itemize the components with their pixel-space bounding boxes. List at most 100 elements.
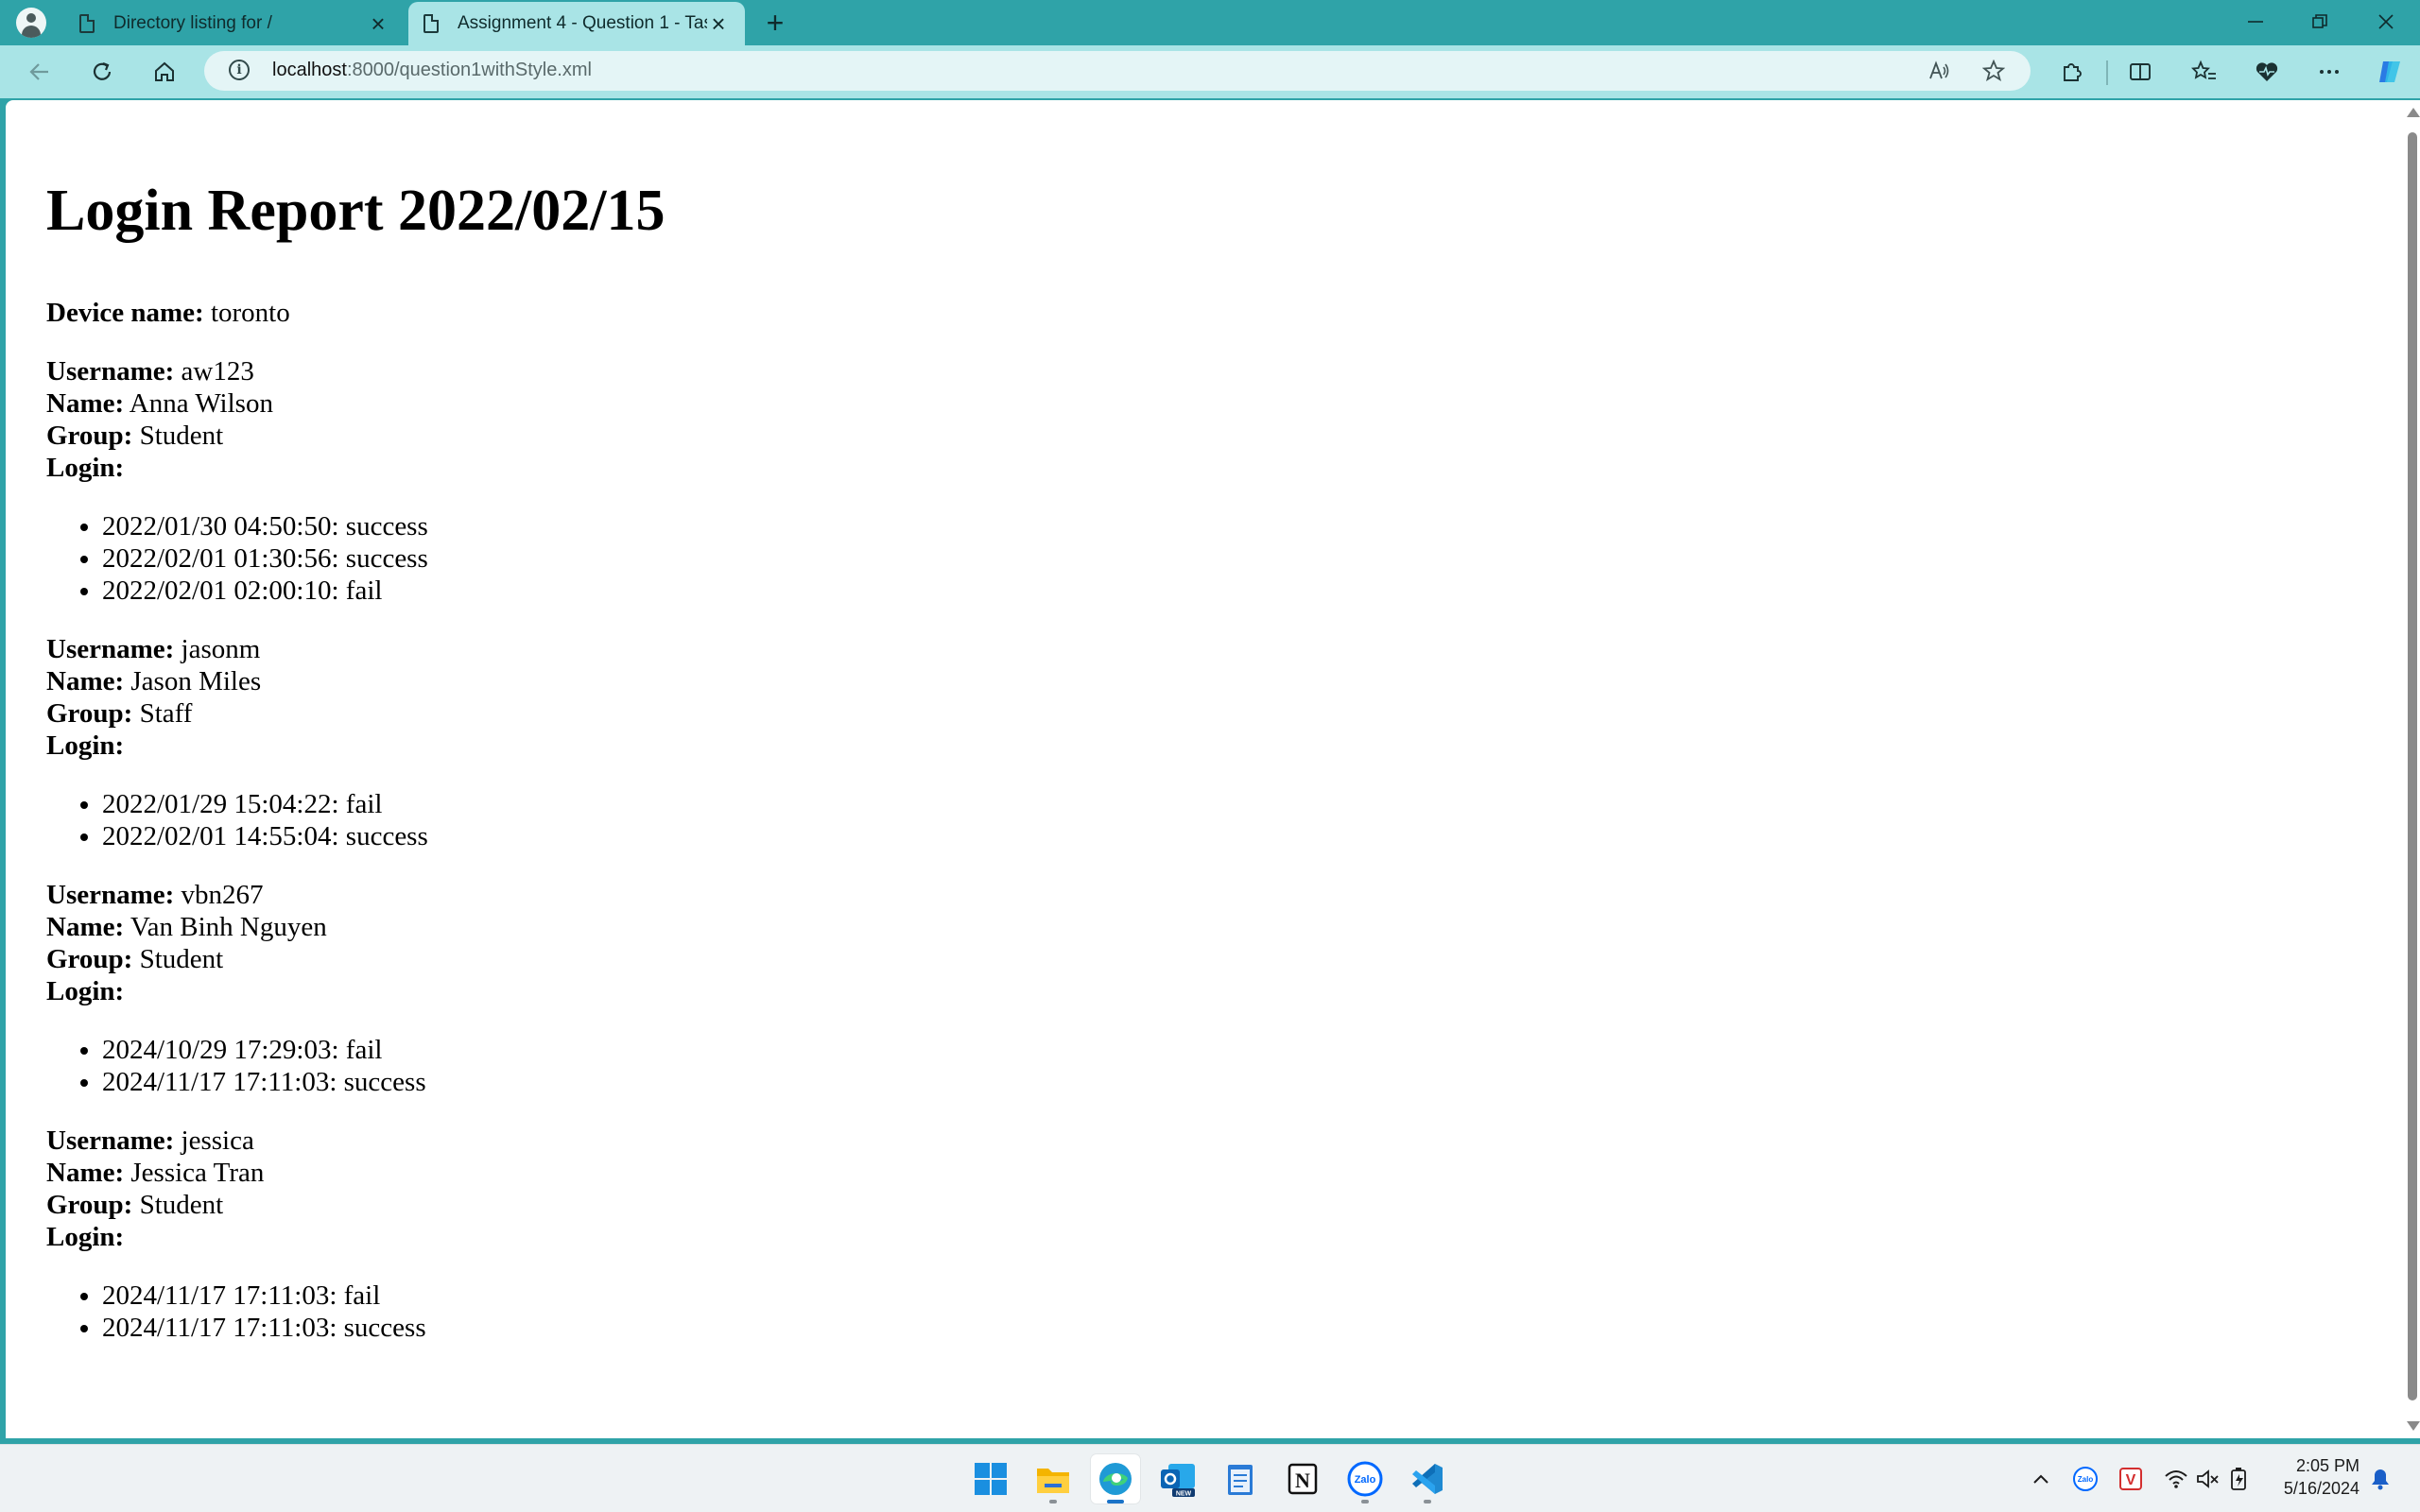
wifi-icon[interactable] [2161,1464,2191,1494]
login-entry: 2022/01/30 04:50:50: success [102,510,665,542]
favorites-button[interactable] [2186,55,2223,89]
windows-start-icon [975,1463,1007,1495]
close-window-button[interactable] [2354,0,2418,43]
zalo-app[interactable]: Zalo [1340,1454,1390,1503]
edge-browser-icon [1099,1463,1132,1495]
username-line: Username: jasonm [46,634,261,664]
volume-muted-icon[interactable] [2193,1464,2223,1494]
battery-icon[interactable] [2225,1464,2256,1494]
login-entry: 2022/02/01 14:55:04: success [102,820,665,852]
login-label: Login: [46,730,125,761]
svg-text:Zalo: Zalo [2078,1475,2094,1484]
close-icon[interactable]: × [367,9,389,39]
name-line: Name: Jason Miles [46,666,262,696]
group-value: Student [139,421,224,451]
back-button[interactable] [21,55,59,89]
svg-text:Zalo: Zalo [1355,1474,1376,1486]
group-line: Group: Student [46,421,224,451]
clock-time: 2:05 PM [2295,1456,2360,1475]
device-name-line: Device name: toronto [46,297,665,329]
running-indicator [1107,1500,1124,1503]
notification-bell-icon[interactable] [2365,1464,2395,1494]
login-entry: 2024/10/29 17:29:03: fail [102,1034,665,1066]
user-record: Username: jasonm Name: Jason Miles Group… [46,633,665,852]
scrollbar-thumb[interactable] [2408,132,2417,1400]
heart-pulse-icon [2256,62,2278,81]
show-hidden-icons-button[interactable] [2027,1464,2055,1494]
extensions-button[interactable] [2053,55,2091,89]
username-line: Username: jessica [46,1125,254,1156]
folder-icon [1037,1469,1069,1493]
more-menu-button[interactable] [2310,55,2348,89]
notion-icon: N [1288,1463,1318,1495]
username-line: Username: aw123 [46,356,254,387]
name-line: Name: Van Binh Nguyen [46,912,327,942]
chevron-up-icon [2033,1474,2048,1484]
zalo-icon: Zalo [1347,1461,1383,1497]
browser-essentials-button[interactable] [2248,55,2286,89]
group-value: Staff [139,698,193,729]
login-list: 2024/10/29 17:29:03: fail 2024/11/17 17:… [102,1034,665,1098]
outlook-app[interactable]: NEW [1153,1454,1202,1503]
restore-icon [2312,14,2327,28]
username-line: Username: vbn267 [46,880,264,910]
split-screen-button[interactable] [2121,55,2159,89]
page-title: Login Report 2022/02/15 [46,179,666,243]
vscode-icon [1412,1464,1443,1494]
notepad-app[interactable] [1216,1454,1265,1503]
favorites-list-icon [2191,60,2216,79]
home-button[interactable] [146,55,183,89]
group-line: Group: Staff [46,698,193,729]
system-clock[interactable]: 2:05 PM 5/16/2024 [2273,1454,2360,1500]
running-indicator [1049,1500,1057,1503]
name-value: Jason Miles [130,666,262,696]
refresh-icon [93,61,112,80]
notion-app[interactable]: N [1278,1454,1327,1503]
vscode-app[interactable] [1403,1454,1452,1503]
login-list: 2022/01/29 15:04:22: fail 2022/02/01 14:… [102,788,665,852]
scroll-up-arrow-icon[interactable] [2407,108,2420,117]
close-icon [2378,14,2394,29]
device-label: Device name: [46,298,204,328]
running-indicator [1361,1500,1369,1503]
favorite-star-icon[interactable] [1978,55,2010,87]
login-label: Login: [46,976,125,1006]
edge-app[interactable] [1091,1454,1140,1503]
user-record: Username: aw123 Name: Anna Wilson Group:… [46,355,665,607]
scroll-down-arrow-icon[interactable] [2407,1421,2420,1431]
username-value: aw123 [181,356,254,387]
name-value: Jessica Tran [130,1158,265,1188]
group-line: Group: Student [46,1190,224,1220]
tab-assignment[interactable]: Assignment 4 - Question 1 - Task × [408,2,745,45]
split-screen-icon [2130,63,2151,80]
group-value: Student [139,944,224,974]
user-record: Username: jessica Name: Jessica Tran Gro… [46,1125,665,1344]
url-text[interactable]: localhost:8000/question1withStyle.xml [272,60,592,81]
login-entry: 2024/11/17 17:11:03: success [102,1312,665,1344]
file-explorer-app[interactable] [1028,1454,1078,1503]
page-icon [79,14,95,33]
read-aloud-icon[interactable] [1923,55,1955,87]
new-tab-button[interactable]: + [756,4,794,42]
page-icon [424,14,439,33]
vertical-scrollbar[interactable] [2405,100,2420,1438]
copilot-button[interactable] [2371,55,2409,89]
zalo-tray-icon[interactable]: Zalo [2070,1464,2100,1494]
minimize-button[interactable] [2223,0,2288,43]
page-viewport: Login Report 2022/02/15 Device name: tor… [6,100,2405,1438]
close-icon[interactable]: × [707,9,730,39]
restore-button[interactable] [2288,0,2352,43]
notepad-icon [1228,1465,1253,1495]
vivaldi-tray-icon[interactable]: V [2116,1464,2146,1494]
home-icon [155,61,174,81]
name-line: Name: Anna Wilson [46,388,273,419]
address-bar[interactable]: i localhost:8000/question1withStyle.xml [204,51,2031,91]
start-button[interactable] [966,1454,1015,1503]
profile-button[interactable] [11,6,51,40]
refresh-button[interactable] [83,55,121,89]
copilot-icon [2379,61,2400,82]
login-report-document: Login Report 2022/02/15 Device name: tor… [46,178,665,1370]
group-line: Group: Student [46,944,224,974]
info-icon[interactable]: i [229,60,250,80]
tab-directory-listing[interactable]: Directory listing for / × [64,2,405,45]
